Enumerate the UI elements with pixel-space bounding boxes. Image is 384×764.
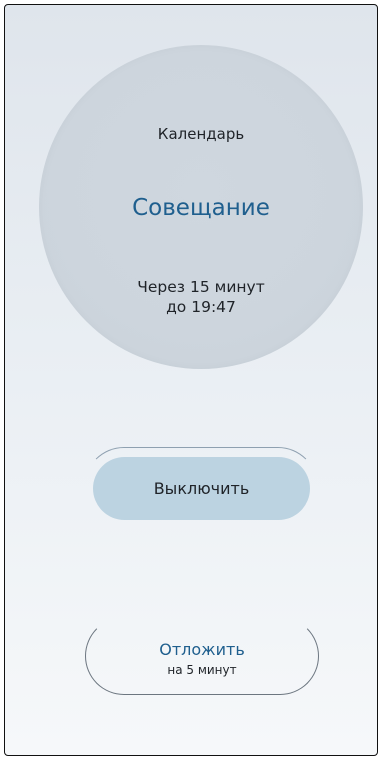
snooze-label: Отложить <box>159 640 245 659</box>
app-name: Календарь <box>157 125 245 143</box>
reminder-circle: Календарь Совещание Через 15 минут до 19… <box>39 45 363 369</box>
snooze-button[interactable]: Отложить на 5 минут <box>85 617 319 695</box>
time-info: Через 15 минут до 19:47 <box>39 277 363 317</box>
event-title: Совещание <box>132 195 270 221</box>
snooze-duration: на 5 минут <box>167 663 237 677</box>
time-remaining: Через 15 минут <box>137 278 265 296</box>
dismiss-container: Выключить <box>84 447 318 527</box>
alarm-screen: Календарь Совещание Через 15 минут до 19… <box>4 4 378 756</box>
end-time: до 19:47 <box>166 298 236 316</box>
dismiss-button[interactable]: Выключить <box>93 457 310 520</box>
